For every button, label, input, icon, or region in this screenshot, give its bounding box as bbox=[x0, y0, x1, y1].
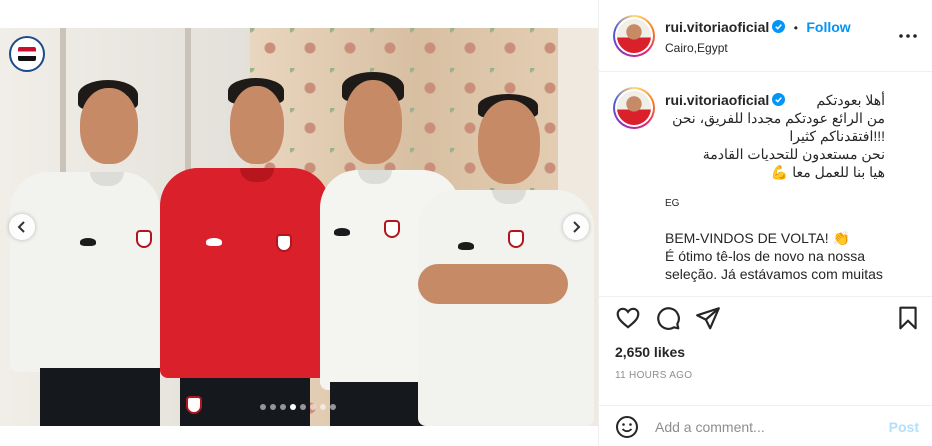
caption-area: rui.vitoriaoficial أهلا بعودتكم من الرائ… bbox=[599, 73, 932, 295]
post-username[interactable]: rui.vitoriaoficial bbox=[665, 19, 769, 35]
caption-latin-line: seleção. Já estávamos com muitas bbox=[665, 266, 883, 282]
efa-crest-logo bbox=[9, 36, 45, 72]
comment-input[interactable] bbox=[655, 417, 875, 437]
post-location[interactable]: Cairo,Egypt bbox=[665, 41, 728, 55]
post-comment-button[interactable]: Post bbox=[889, 419, 919, 435]
carousel-dot bbox=[280, 404, 286, 410]
post-photo[interactable] bbox=[0, 28, 598, 426]
chevron-left-icon bbox=[17, 221, 25, 233]
heart-icon[interactable] bbox=[615, 305, 641, 331]
avatar[interactable] bbox=[613, 15, 655, 57]
post-side-panel: rui.vitoriaoficial • Follow Cairo,Egypt … bbox=[598, 0, 932, 446]
person-right bbox=[418, 94, 594, 426]
verified-badge-icon bbox=[772, 20, 786, 33]
carousel-dot bbox=[290, 404, 296, 410]
chevron-right-icon bbox=[573, 221, 581, 233]
bookmark-icon[interactable] bbox=[895, 305, 921, 331]
carousel-prev-button[interactable] bbox=[9, 214, 35, 240]
person-red-shirt bbox=[160, 78, 330, 426]
caption-text: rui.vitoriaoficial أهلا بعودتكم من الرائ… bbox=[665, 91, 927, 283]
caption-arabic-line: هيا بنا للعمل معا 💪 bbox=[770, 164, 885, 180]
post-header: rui.vitoriaoficial • Follow Cairo,Egypt bbox=[599, 0, 932, 72]
carousel-next-button[interactable] bbox=[563, 214, 589, 240]
carousel-dot bbox=[330, 404, 336, 410]
caption-arabic-line: نحن مستعدون للتحديات القادمة bbox=[702, 146, 885, 162]
caption-arabic-line: !!!افتقدناكم كثيرا bbox=[789, 128, 885, 144]
post-actions: 2,650 likes 11 HOURS AGO bbox=[599, 296, 932, 416]
caption-arabic-line: أهلا بعودتكم bbox=[816, 92, 885, 108]
carousel-dot bbox=[300, 404, 306, 410]
post-timestamp[interactable]: 11 HOURS AGO bbox=[615, 370, 692, 381]
comment-bar: Post bbox=[599, 405, 932, 446]
person-left bbox=[10, 78, 160, 426]
carousel-dot bbox=[320, 404, 326, 410]
carousel-dot bbox=[310, 404, 316, 410]
smiley-icon[interactable] bbox=[615, 415, 639, 439]
paper-plane-icon[interactable] bbox=[695, 305, 721, 331]
follow-button[interactable]: Follow bbox=[806, 19, 850, 35]
likes-count[interactable]: 2,650 likes bbox=[615, 344, 685, 360]
carousel-dot bbox=[260, 404, 266, 410]
comment-bubble-icon[interactable] bbox=[655, 305, 681, 331]
caption-latin-line: BEM-VINDOS DE VOLTA! 👏 bbox=[665, 230, 850, 246]
carousel-indicators bbox=[260, 404, 336, 410]
country-tag: EG bbox=[665, 198, 680, 209]
caption-latin-line: É ótimo tê-los de novo na nossa bbox=[665, 248, 866, 264]
caption-arabic-line: من الرائع عودتكم مجددا للفريق، نحن bbox=[672, 110, 885, 126]
caption-avatar[interactable] bbox=[613, 87, 655, 129]
separator-dot: • bbox=[793, 21, 798, 35]
more-horizontal-icon[interactable] bbox=[897, 28, 919, 44]
carousel-dot bbox=[270, 404, 276, 410]
